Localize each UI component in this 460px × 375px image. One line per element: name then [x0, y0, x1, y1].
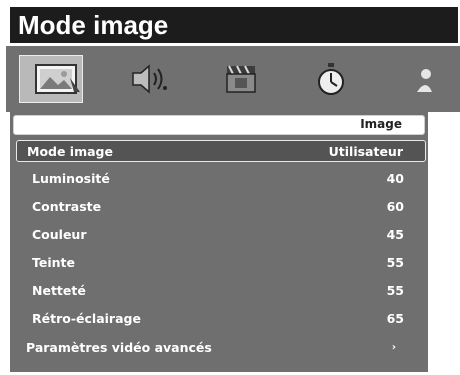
advanced-video-settings-row[interactable]: Paramètres vidéo avancés › [16, 337, 426, 359]
setting-label: Teinte [32, 255, 75, 270]
picture-settings-panel: Image Mode image Utilisateur Luminosité … [10, 112, 428, 372]
film-icon [226, 65, 256, 93]
page-title: Mode image [10, 7, 458, 43]
setting-value: 40 [386, 171, 404, 186]
picture-mode-label: Mode image [27, 144, 113, 159]
setting-label: Netteté [32, 283, 86, 298]
setting-row-brightness[interactable]: Luminosité 40 [16, 168, 426, 190]
sound-icon [132, 64, 167, 94]
tab-film[interactable] [196, 46, 286, 112]
setting-value: 65 [386, 311, 404, 326]
setting-row-backlight[interactable]: Rétro-éclairage 65 [16, 308, 426, 330]
tab-timer[interactable] [286, 46, 376, 112]
setting-label: Contraste [32, 199, 102, 214]
chevron-right-icon: › [391, 342, 396, 353]
picture-mode-row[interactable]: Mode image Utilisateur [16, 140, 426, 162]
user-icon [417, 69, 432, 92]
setting-row-contrast[interactable]: Contraste 60 [16, 196, 426, 218]
setting-value: 60 [386, 199, 404, 214]
section-title: Image [360, 117, 402, 131]
setting-row-tint[interactable]: Teinte 55 [16, 252, 426, 274]
timer-icon [318, 63, 344, 95]
setting-row-sharpness[interactable]: Netteté 55 [16, 280, 426, 302]
setting-label: Couleur [32, 227, 87, 242]
setting-value: 55 [386, 283, 404, 298]
setting-value: 45 [386, 227, 404, 242]
setting-row-color[interactable]: Couleur 45 [16, 224, 426, 246]
tab-sound[interactable] [104, 46, 194, 112]
category-icon-bar [6, 46, 460, 112]
setting-value: 55 [386, 255, 404, 270]
tab-user[interactable] [414, 46, 460, 112]
setting-label: Luminosité [32, 171, 110, 186]
picture-mode-value: Utilisateur [328, 144, 403, 159]
setting-label: Rétro-éclairage [32, 311, 141, 326]
title-bar: Mode image [0, 0, 460, 46]
picture-icon [35, 64, 80, 94]
section-header: Image [13, 115, 425, 135]
tab-picture[interactable] [14, 46, 104, 112]
advanced-video-settings-label: Paramètres vidéo avancés [26, 340, 212, 355]
